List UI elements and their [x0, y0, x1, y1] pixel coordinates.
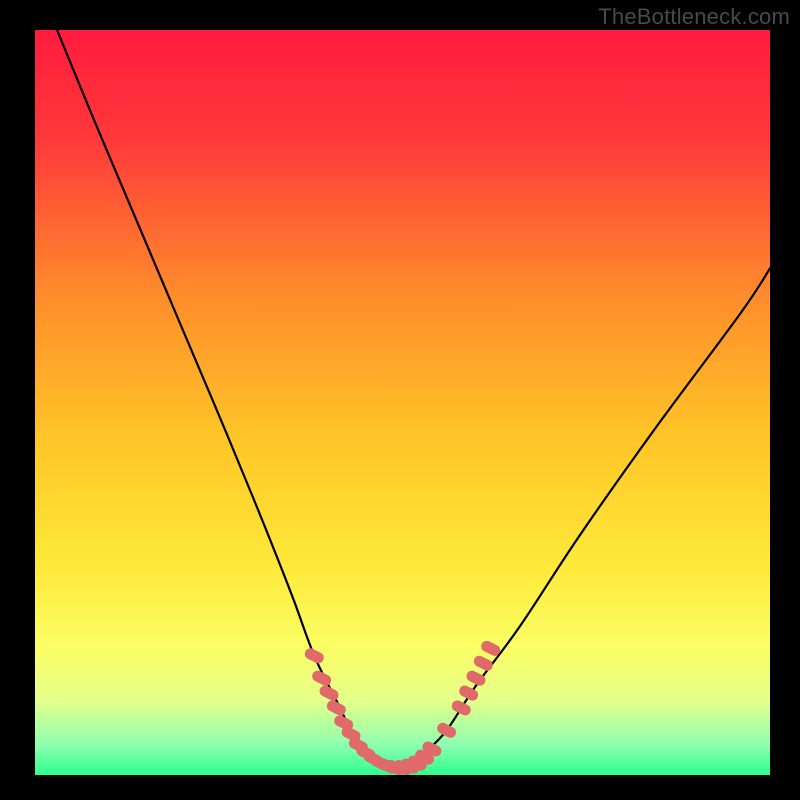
highlight-dot — [340, 721, 348, 725]
gradient-background — [35, 30, 770, 775]
highlight-dot — [457, 706, 465, 710]
highlight-dot — [332, 706, 340, 710]
highlight-dot — [428, 747, 436, 751]
chart-canvas — [0, 0, 800, 800]
highlight-dot — [318, 676, 326, 680]
highlight-dot — [472, 676, 480, 680]
watermark-text: TheBottleneck.com — [598, 4, 790, 30]
highlight-dot — [487, 646, 495, 650]
highlight-dot — [325, 691, 333, 695]
highlight-dot — [413, 761, 421, 765]
highlight-dot — [347, 732, 355, 736]
highlight-dot — [421, 755, 429, 759]
highlight-dot — [310, 654, 318, 658]
highlight-dot — [443, 728, 451, 732]
highlight-dot — [465, 691, 473, 695]
highlight-dot — [479, 661, 487, 665]
chart-frame: TheBottleneck.com — [0, 0, 800, 800]
